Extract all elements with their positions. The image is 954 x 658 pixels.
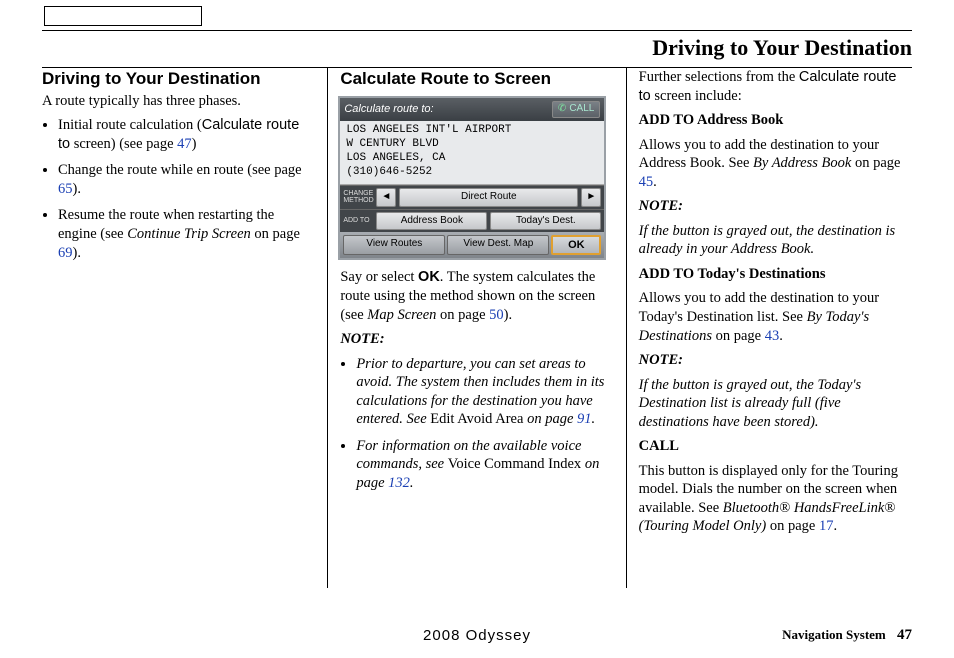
footer-page-number: 47 <box>897 627 912 643</box>
page-ref[interactable]: 132 <box>388 475 410 491</box>
change-method-row: CHANGE METHOD ◄ Direct Route ► <box>340 185 604 209</box>
note-heading: NOTE: <box>340 330 613 349</box>
footer-right: Navigation System 47 <box>782 627 912 644</box>
col2-p1: Say or select OK. The system calculates … <box>340 268 613 324</box>
col3-intro: Further selections from the Calculate ro… <box>639 68 912 105</box>
top-rule <box>42 30 912 31</box>
column-3: Further selections from the Calculate ro… <box>627 68 912 588</box>
change-method-label: CHANGE METHOD <box>343 190 373 204</box>
column-1: Driving to Your Destination A route typi… <box>42 68 327 588</box>
col2-notes: Prior to departure, you can set areas to… <box>356 355 613 493</box>
ok-button[interactable]: OK <box>551 235 601 255</box>
route-method-button[interactable]: Direct Route <box>399 188 578 207</box>
footer: 2008 Odyssey Navigation System 47 <box>0 627 954 644</box>
list-item: For information on the available voice c… <box>356 437 613 493</box>
page-ref[interactable]: 47 <box>177 136 192 152</box>
page-title: Driving to Your Destination <box>0 35 912 61</box>
dest-line: (310)646-5252 <box>346 165 598 179</box>
add-to-row: ADD TO Address Book Today's Dest. <box>340 209 604 233</box>
call-button[interactable]: CALL <box>552 101 600 118</box>
next-method-button[interactable]: ► <box>581 188 601 207</box>
col1-intro: A route typically has three phases. <box>42 92 315 111</box>
addto-addressbook-heading: ADD TO Address Book <box>639 111 912 130</box>
page-ref[interactable]: 43 <box>765 328 780 344</box>
addto-addressbook-body: Allows you to add the destination to you… <box>639 136 912 192</box>
page-ref[interactable]: 17 <box>819 518 834 534</box>
page-ref[interactable]: 65 <box>58 181 73 197</box>
page-ref[interactable]: 45 <box>639 174 654 190</box>
list-item: Resume the route when restarting the eng… <box>58 206 315 262</box>
nav-bottom-row: View Routes View Dest. Map OK <box>340 232 604 258</box>
page-ref[interactable]: 91 <box>577 411 592 427</box>
note-body: If the button is grayed out, the destina… <box>639 222 912 259</box>
note-heading: NOTE: <box>639 197 912 216</box>
column-2: Calculate Route to Screen Calculate rout… <box>328 68 625 588</box>
nav-screen: Calculate route to: CALL LOS ANGELES INT… <box>338 96 606 261</box>
dest-line: LOS ANGELES, CA <box>346 151 598 165</box>
page-ref[interactable]: 69 <box>58 245 73 261</box>
view-routes-button[interactable]: View Routes <box>343 235 445 255</box>
content-columns: Driving to Your Destination A route typi… <box>42 68 912 588</box>
addto-today-heading: ADD TO Today's Destinations <box>639 265 912 284</box>
address-book-button[interactable]: Address Book <box>376 212 487 231</box>
list-item: Change the route while en route (see pag… <box>58 161 315 198</box>
view-dest-map-button[interactable]: View Dest. Map <box>447 235 549 255</box>
col2-heading: Calculate Route to Screen <box>340 68 613 90</box>
page-ref[interactable]: 50 <box>489 307 504 323</box>
todays-dest-button[interactable]: Today's Dest. <box>490 212 601 231</box>
nav-destination-info: LOS ANGELES INT'L AIRPORT W CENTURY BLVD… <box>340 121 604 185</box>
col1-list: Initial route calculation (Calculate rou… <box>58 116 315 262</box>
dest-line: W CENTURY BLVD <box>346 137 598 151</box>
add-to-label: ADD TO <box>343 217 373 224</box>
blank-header-box <box>44 6 202 26</box>
call-heading: CALL <box>639 437 912 456</box>
list-item: Initial route calculation (Calculate rou… <box>58 116 315 153</box>
nav-title: Calculate route to: <box>344 102 433 116</box>
addto-today-body: Allows you to add the destination to you… <box>639 289 912 345</box>
prev-method-button[interactable]: ◄ <box>376 188 396 207</box>
call-body: This button is displayed only for the To… <box>639 462 912 536</box>
phone-icon <box>558 103 566 116</box>
nav-header: Calculate route to: CALL <box>340 98 604 121</box>
footer-model: 2008 Odyssey <box>423 627 531 644</box>
footer-section: Navigation System <box>782 627 886 642</box>
dest-line: LOS ANGELES INT'L AIRPORT <box>346 123 598 137</box>
col1-heading: Driving to Your Destination <box>42 68 315 90</box>
note-heading: NOTE: <box>639 351 912 370</box>
note-body: If the button is grayed out, the Today's… <box>639 376 912 432</box>
list-item: Prior to departure, you can set areas to… <box>356 355 613 429</box>
